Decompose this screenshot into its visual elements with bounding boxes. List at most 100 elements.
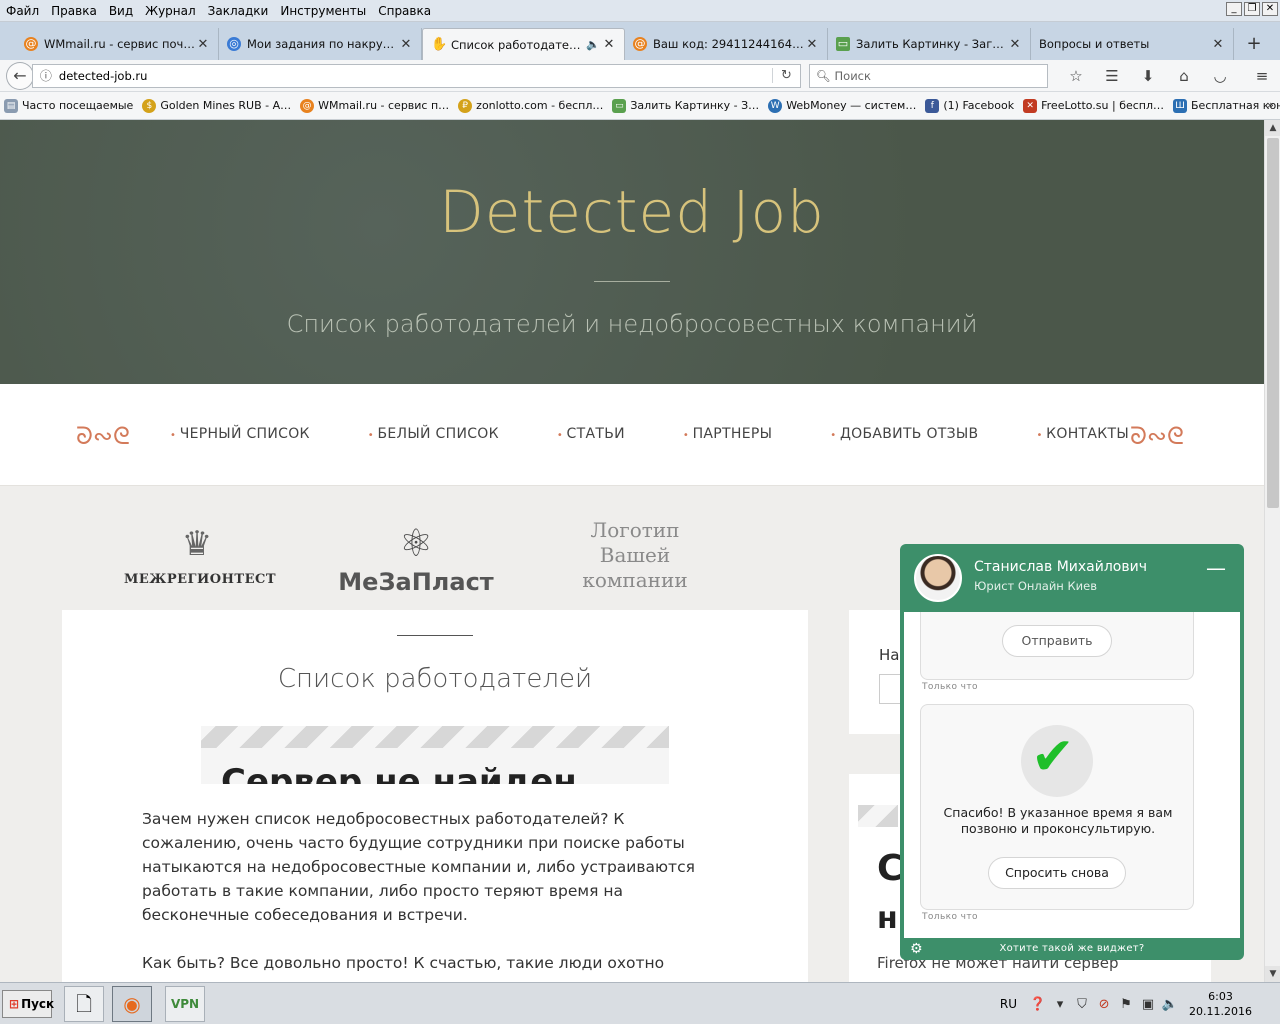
language-indicator[interactable]: RU [1000, 997, 1017, 1011]
window-controls: _ ❐ ✕ [1226, 2, 1278, 16]
bookmarks-toolbar: ▤ Часто посещаемые $ Golden Mines RUB - A…… [0, 92, 1280, 120]
ornament-left-icon: ᘐ∾ᘓ [76, 422, 130, 450]
bookmark-facebook[interactable]: f (1) Facebook [925, 98, 1014, 113]
nav-articles[interactable]: СТАТЬИ [557, 426, 625, 442]
network-icon[interactable]: ▣ [1137, 997, 1159, 1012]
reload-icon[interactable]: ↻ [771, 68, 800, 83]
partner-logo-mezhregiontest[interactable]: ♛ МЕЖРЕГИОНТЕСТ [124, 524, 276, 587]
pocket-icon[interactable]: ◡ [1202, 67, 1238, 85]
scroll-down-icon[interactable]: ▼ [1265, 966, 1280, 982]
close-tab-icon[interactable]: ✕ [805, 37, 819, 52]
url-bar[interactable]: ⓘ detected-job.ru ↻ [31, 63, 801, 88]
partner-logo-mezaplast[interactable]: ⚛ МеЗаПласт [338, 520, 494, 596]
chevron-right-icon[interactable]: » [1267, 98, 1274, 112]
bookmark-most-visited[interactable]: ▤ Часто посещаемые [4, 98, 133, 113]
search-input[interactable]: 🔍︎ Поиск [808, 63, 1048, 88]
start-button[interactable]: ⊞ Пуск [2, 990, 54, 1018]
menu-view[interactable]: Вид [103, 0, 139, 22]
paragraph: Как быть? Все довольно просто! К счастью… [142, 954, 665, 982]
bookmark-wmmail[interactable]: @ WMmail.ru - сервис п… [300, 98, 449, 113]
speaker-icon[interactable]: 🔈 [586, 38, 602, 51]
new-tab-button[interactable]: + [1238, 28, 1270, 60]
menu-help[interactable]: Справка [372, 0, 437, 22]
tab-employers[interactable]: ✋ Список работодателей 🔈 ✕ [422, 28, 625, 60]
placeholder-line: компании [582, 568, 688, 592]
coin-icon: ₽ [458, 98, 473, 113]
system-tray: RU ❓ ▾ ⛉ ⊘ ⚑ ▣ 🔈 6:03 20.11.2016 [1000, 983, 1280, 1024]
download-icon[interactable]: ⬇ [1130, 67, 1166, 85]
scroll-up-icon[interactable]: ▲ [1265, 120, 1280, 136]
bookmark-consultation[interactable]: ШБесплатная консуль… [1173, 98, 1280, 113]
partner-logo-placeholder[interactable]: Логотип Вашей компании [560, 518, 710, 593]
star-icon[interactable]: ☆ [1058, 67, 1094, 85]
nav-black-list[interactable]: ЧЕРНЫЙ СПИСОК [170, 426, 310, 442]
tray-expand-icon[interactable]: ▾ [1049, 997, 1071, 1012]
minimize-chat-icon[interactable]: — [1206, 556, 1226, 580]
close-tab-icon[interactable]: ✕ [1008, 37, 1022, 52]
close-window-button[interactable]: ✕ [1262, 2, 1278, 16]
scrollbar-thumb[interactable] [1267, 138, 1279, 508]
home-icon[interactable]: ⌂ [1166, 67, 1202, 85]
chat-message: ✔ Спасибо! В указанное время я вам позво… [920, 704, 1194, 910]
document-icon[interactable]: 🗋 [64, 986, 104, 1022]
divider [594, 281, 670, 282]
vpn-shield-icon[interactable]: VPN [165, 986, 205, 1022]
site-title[interactable]: Detected Job [0, 178, 1264, 246]
paragraph: Зачем нужен список недобросовестных рабо… [142, 810, 695, 924]
close-tab-icon[interactable]: ✕ [196, 37, 210, 52]
tab-tasks[interactable]: ◎ Мои задания по накрутке ✕ [219, 28, 422, 60]
wmmail-icon: @ [300, 98, 315, 113]
menu-history[interactable]: Журнал [139, 0, 202, 22]
nav-add-review[interactable]: ДОБАВИТЬ ОТЗЫВ [830, 426, 978, 442]
back-button[interactable]: ← [6, 61, 34, 90]
firefox-icon[interactable]: ◉ [112, 986, 152, 1022]
nav-white-list[interactable]: БЕЛЫЙ СПИСОК [368, 426, 499, 442]
tab-label: Список работодателей [451, 37, 586, 52]
bookmark-webmoney[interactable]: W WebMoney — систем… [768, 98, 916, 113]
reading-list-icon[interactable]: ☰ [1094, 67, 1130, 85]
search-icon: 🔍︎ [815, 68, 831, 83]
shield-icon[interactable]: ⛉ [1071, 997, 1093, 1012]
menu-bookmarks[interactable]: Закладки [202, 0, 275, 22]
error-stripes [858, 805, 898, 827]
widget-promo-link[interactable]: Хотите такой же виджет? [900, 943, 1244, 954]
flag-icon[interactable]: ⚑ [1115, 997, 1137, 1012]
hand-icon: ✋ [431, 36, 448, 52]
bookmark-upload-image[interactable]: ▭ Залить Картинку - З… [612, 98, 759, 113]
menu-file[interactable]: Файл [0, 0, 45, 22]
partner-name: МеЗаПласт [338, 568, 494, 596]
hamburger-menu-icon[interactable]: ≡ [1244, 67, 1280, 85]
help-icon[interactable]: ❓ [1027, 997, 1049, 1012]
main-content-card: Список работодателей Сервер не найден За… [62, 610, 808, 982]
volume-icon[interactable]: 🔈 [1159, 997, 1181, 1012]
close-tab-icon[interactable]: ✕ [602, 37, 616, 52]
send-button[interactable]: Отправить [1002, 625, 1112, 657]
bookmark-zonlotto[interactable]: ₽ zonlotto.com - беспл… [458, 98, 603, 113]
minimize-button[interactable]: _ [1226, 2, 1242, 16]
system-clock[interactable]: 6:03 20.11.2016 [1189, 989, 1252, 1019]
nav-partners[interactable]: ПАРТНЕРЫ [683, 426, 772, 442]
tab-bar: @ WMmail.ru - сервис почтов… ✕ ◎ Мои зад… [0, 22, 1280, 60]
vertical-scrollbar[interactable]: ▲ ▼ [1264, 120, 1280, 982]
restore-button[interactable]: ❐ [1244, 2, 1260, 16]
nav-contacts[interactable]: КОНТАКТЫ [1036, 426, 1129, 442]
image-icon: ▭ [612, 98, 627, 113]
ask-again-button[interactable]: Спросить снова [988, 857, 1126, 889]
tab-label: Вопросы и ответы [1039, 37, 1150, 51]
menu-tools[interactable]: Инструменты [274, 0, 372, 22]
url-text[interactable]: detected-job.ru [59, 69, 772, 83]
bookmark-golden-mines[interactable]: $ Golden Mines RUB - A… [142, 98, 291, 113]
tab-qa[interactable]: Вопросы и ответы ✕ [1031, 28, 1234, 60]
close-tab-icon[interactable]: ✕ [1211, 37, 1225, 52]
info-icon[interactable]: ⓘ [33, 67, 59, 84]
embedded-error-frame: Сервер не найден [201, 726, 669, 784]
tab-code[interactable]: @ Ваш код: 29411244164220… ✕ [625, 28, 828, 60]
tab-wmmail[interactable]: @ WMmail.ru - сервис почтов… ✕ [16, 28, 219, 60]
close-tab-icon[interactable]: ✕ [399, 37, 413, 52]
antivirus-icon[interactable]: ⊘ [1093, 997, 1115, 1012]
bookmark-freelotto[interactable]: ✕ FreeLotto.su | беспл… [1023, 98, 1164, 113]
menu-edit[interactable]: Правка [45, 0, 103, 22]
tab-label: WMmail.ru - сервис почтов… [44, 37, 196, 51]
tab-upload-image[interactable]: ▭ Залить Картинку - Загруз… ✕ [828, 28, 1031, 60]
folder-icon: ▤ [4, 98, 18, 113]
